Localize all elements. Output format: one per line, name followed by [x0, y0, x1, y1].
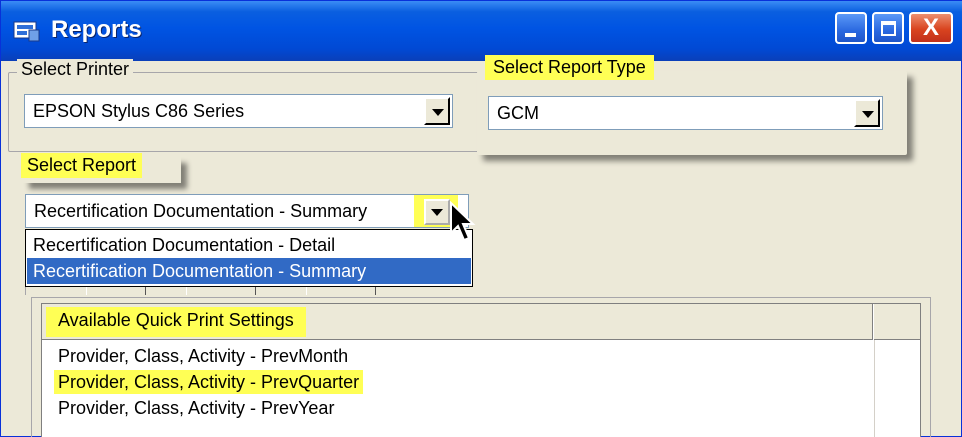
maximize-button[interactable] [872, 12, 904, 44]
report-dropdown-button-face[interactable] [424, 199, 450, 225]
tab[interactable] [186, 287, 256, 295]
maximize-icon [881, 21, 896, 36]
window-title: Reports [51, 16, 142, 43]
table-row[interactable]: Provider, Class, Activity - PrevQuarter [54, 370, 364, 394]
close-button[interactable]: X [909, 12, 953, 44]
column-divider [874, 340, 875, 437]
grid-header: Available Quick Print Settings [42, 304, 920, 340]
chevron-down-icon [862, 111, 874, 118]
report-option-summary[interactable]: Recertification Documentation - Summary [27, 258, 471, 284]
table-row[interactable]: Provider, Class, Activity - PrevYear [58, 396, 334, 420]
printer-select[interactable]: EPSON Stylus C86 Series [24, 94, 453, 128]
minimize-button[interactable] [835, 12, 867, 44]
reports-window: Reports X Select Printer EPSON Stylus C8… [0, 0, 962, 437]
report-dropdown-list[interactable]: Recertification Documentation - Detail R… [25, 229, 473, 287]
reports-app-icon [13, 21, 40, 42]
minimize-icon [845, 33, 856, 37]
tab[interactable] [86, 287, 146, 295]
report-select-value: Recertification Documentation - Summary [34, 201, 368, 221]
report-label: Select Report [21, 153, 143, 178]
report-type-select[interactable]: GCM [488, 96, 883, 130]
column-separator[interactable] [872, 304, 874, 340]
chevron-down-icon [431, 209, 443, 216]
title-bar[interactable]: Reports X [1, 1, 962, 61]
mouse-cursor-icon [450, 201, 476, 242]
quick-print-grid[interactable]: Available Quick Print Settings Provider,… [41, 303, 921, 437]
grid-column-header[interactable]: Available Quick Print Settings [46, 307, 306, 337]
chevron-down-icon [432, 109, 444, 116]
report-type-label: Select Report Type [485, 55, 654, 80]
report-option-detail[interactable]: Recertification Documentation - Detail [27, 232, 471, 258]
report-select[interactable]: Recertification Documentation - Summary [25, 194, 469, 228]
report-type-select-value: GCM [497, 103, 539, 123]
printer-dropdown-button[interactable] [424, 97, 450, 125]
report-type-dropdown-button[interactable] [854, 99, 880, 127]
printer-label: Select Printer [17, 59, 134, 80]
table-row[interactable]: Provider, Class, Activity - PrevMonth [58, 344, 348, 368]
close-icon: X [922, 14, 939, 41]
tab-strip [25, 287, 385, 295]
tab[interactable] [306, 287, 376, 295]
printer-select-value: EPSON Stylus C86 Series [33, 101, 245, 121]
